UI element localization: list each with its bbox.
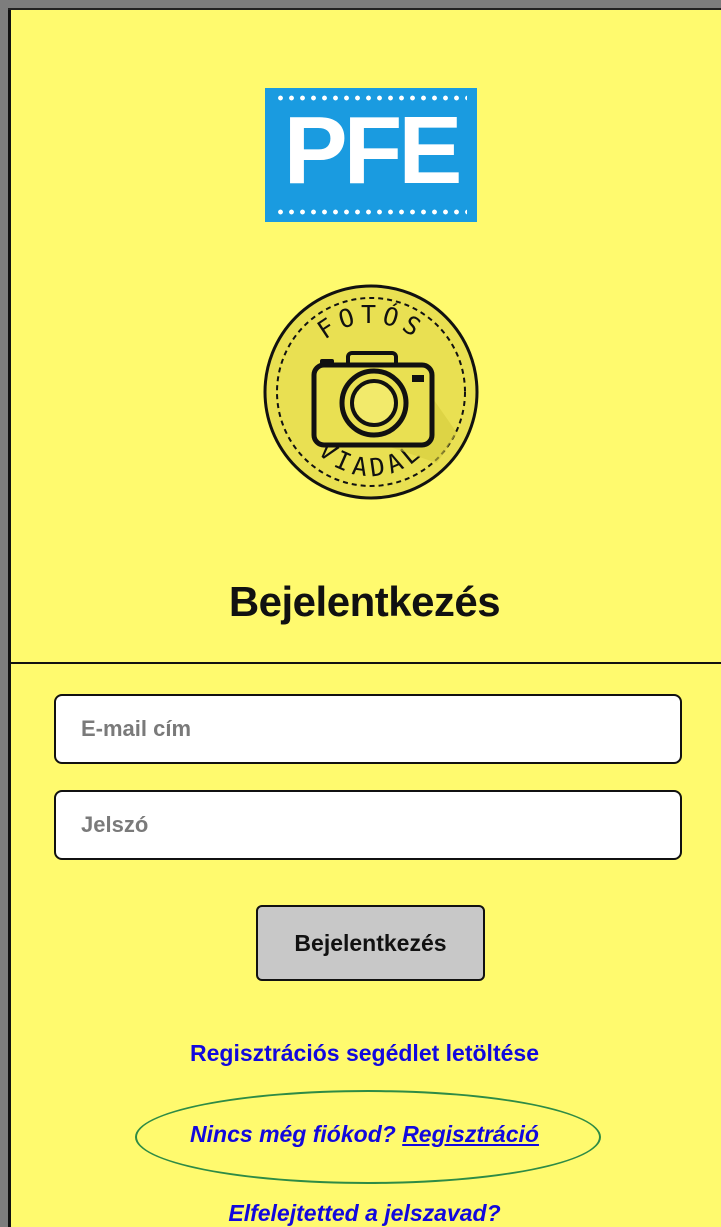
email-field[interactable] [54,694,682,764]
register-prompt: Nincs még fiókod? Regisztráció [8,1121,721,1148]
section-divider [8,662,721,664]
page-title: Bejelentkezés [228,578,501,625]
fotos-viadal-badge: FOTÓS VIADAL [263,284,479,500]
no-account-text: Nincs még fiókod? [190,1121,396,1147]
forgot-password-link[interactable]: Elfelejtetted a jelszavad? [8,1200,721,1227]
film-strip-bottom [275,208,467,216]
pfe-logo-text: PFE [283,97,463,204]
page-frame: PFE FOTÓS VIADAL Bejelentkezés Bej [0,0,721,1227]
frame-top-edge [8,8,721,10]
pfe-logo: PFE [265,88,477,222]
register-link[interactable]: Regisztráció [402,1121,539,1147]
registration-guide-link[interactable]: Regisztrációs segédlet letöltése [8,1040,721,1067]
password-field[interactable] [54,790,682,860]
login-button[interactable]: Bejelentkezés [256,905,485,981]
